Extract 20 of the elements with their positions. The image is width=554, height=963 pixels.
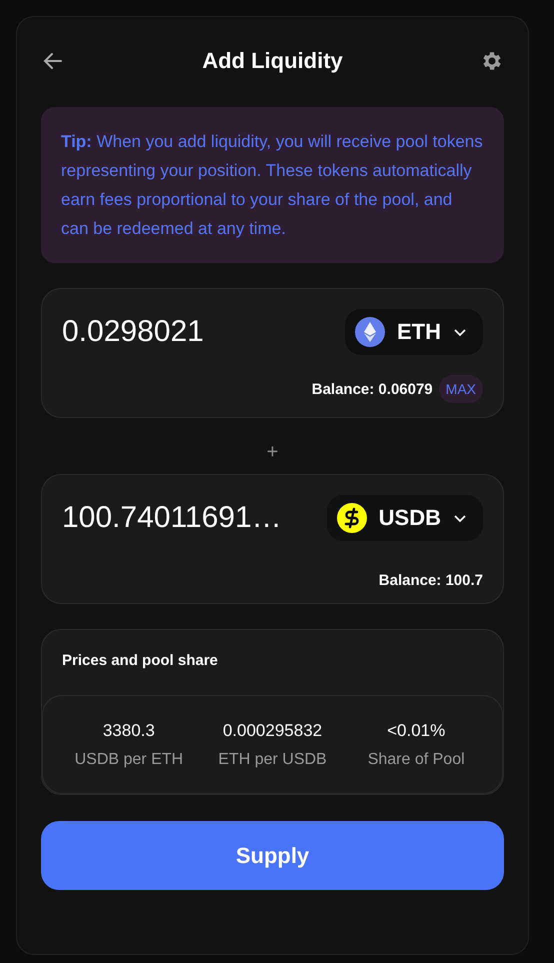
token-selector[interactable]: USDB — [326, 495, 483, 541]
amount-field[interactable]: 100.74011691… — [62, 501, 282, 535]
stat-label: USDB per ETH — [74, 750, 184, 768]
stat-label: Share of Pool — [368, 750, 465, 768]
balance-text: Balance: 0.06079 — [312, 380, 433, 398]
tip-message: Tip: When you add liquidity, you will receive pool tokens representing your position. These tokens automatically earn fees proportional to your share of the pool, and can be redeemed at any time. — [41, 107, 504, 263]
stat-label: ETH per USDB — [218, 750, 327, 768]
stat-value: 3380.3 — [102, 720, 155, 740]
balance-text: Balance: 100.7 — [378, 572, 483, 589]
stat-value: 0.000295832 — [222, 720, 322, 740]
dollar-coin-icon — [336, 503, 367, 533]
stat-value: <0.01% — [387, 720, 446, 740]
ethereum-icon — [355, 317, 385, 347]
supply-button[interactable]: Supply — [41, 821, 504, 890]
token-selector[interactable]: ETH — [345, 309, 483, 355]
amount-field[interactable]: 0.0298021 — [62, 315, 204, 349]
max-button[interactable]: MAX — [438, 375, 483, 403]
page-title: Add Liquidity — [202, 48, 343, 74]
prices-title: Prices and pool share — [62, 652, 218, 669]
plus-sign: + — [266, 440, 278, 464]
